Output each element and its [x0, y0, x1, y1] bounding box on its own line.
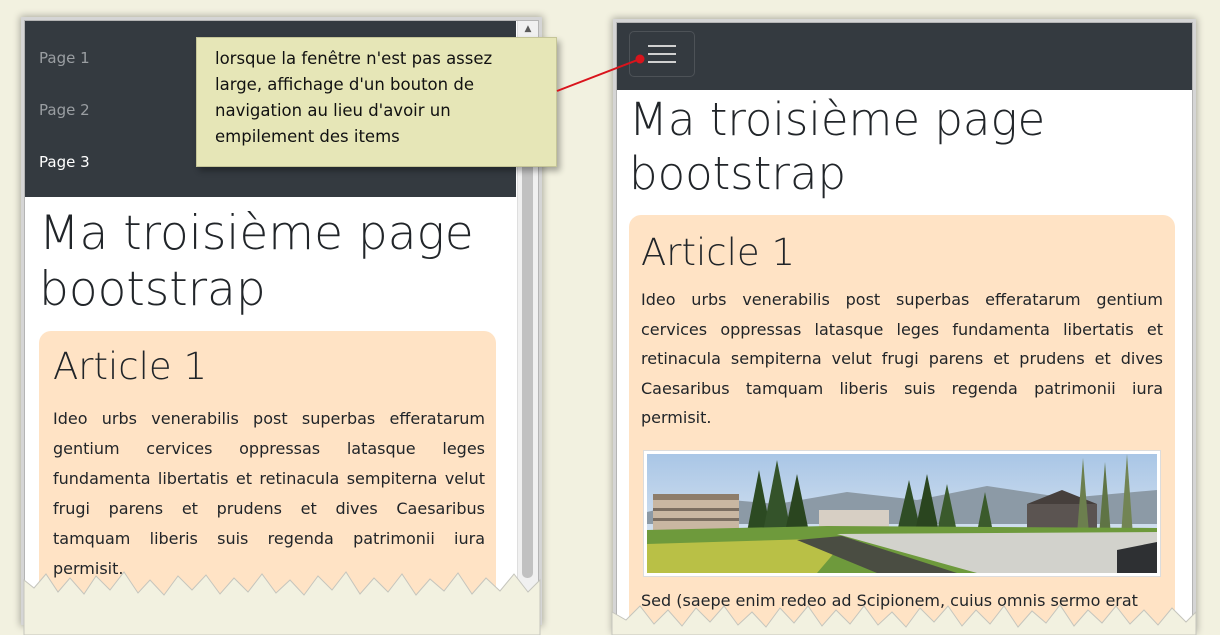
torn-edge-left — [23, 571, 541, 635]
torn-edge-right — [611, 604, 1197, 635]
annotation-arrow — [556, 58, 641, 92]
arrow-endpoint-dot — [635, 54, 645, 64]
annotation-overlay — [23, 54, 1197, 635]
